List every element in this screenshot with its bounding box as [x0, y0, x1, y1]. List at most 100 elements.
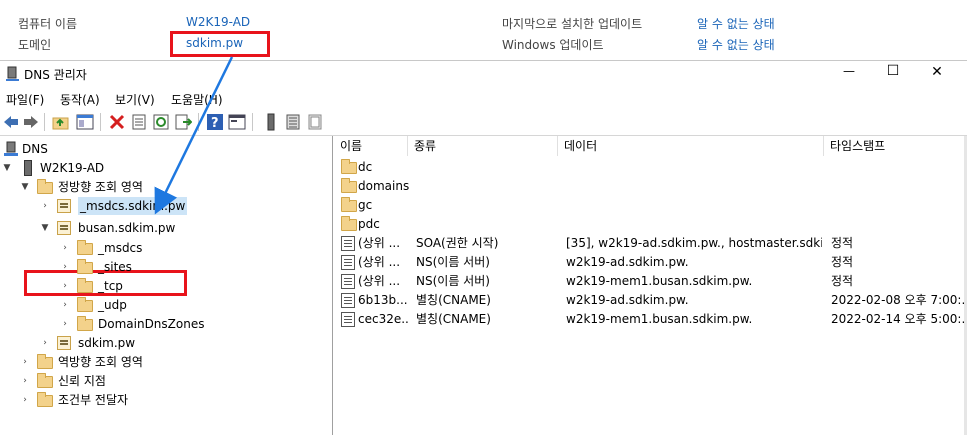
folder-icon [77, 259, 93, 274]
export-list-icon[interactable] [174, 113, 193, 131]
computer-name-label: 컴퓨터 이름 [18, 17, 78, 31]
menu-view[interactable]: 보기(V) [115, 91, 155, 108]
list-item[interactable]: pdc [334, 215, 967, 234]
record-timestamp: 정적 [831, 255, 854, 269]
tree-item-server[interactable]: ▼ W2K19-AD [0, 159, 200, 177]
table-row[interactable]: (상위 ... SOA(권한 시작) [35], w2k19-ad.sdkim.… [334, 234, 967, 253]
table-row[interactable]: (상위 ... NS(이름 서버) w2k19-ad.sdkim.pw. 정적 [334, 253, 967, 272]
tree-item-reverse-zones[interactable]: › 역방향 조회 영역 [0, 353, 260, 371]
record-icon [341, 255, 355, 270]
list-item[interactable]: gc [334, 196, 967, 215]
tree-item-busan-tcp[interactable]: › _tcp [0, 277, 260, 295]
show-hide-tree-icon[interactable] [76, 113, 94, 131]
list-view-icon[interactable] [284, 113, 302, 131]
last-update-value[interactable]: 알 수 없는 상태 [697, 15, 775, 32]
record-data: [35], w2k19-ad.sdkim.pw., hostmaster.sdk… [566, 236, 822, 250]
column-header-data[interactable]: 데이터 [558, 136, 824, 156]
zone-icon [57, 221, 71, 235]
record-name: cec32e... [358, 312, 408, 326]
computer-name-value[interactable]: W2K19-AD [186, 15, 250, 29]
tree-item-msdcs-zone[interactable]: › _msdcs.sdkim.pw [0, 197, 260, 215]
tree-label: W2K19-AD [40, 161, 105, 175]
record-name: (상위 ... [358, 274, 401, 288]
record-name: 6b13b... [358, 293, 408, 307]
server-icon[interactable] [262, 113, 280, 131]
chevron-right-icon[interactable]: › [20, 391, 30, 409]
tree-item-sdkim-zone[interactable]: › sdkim.pw [0, 334, 260, 352]
windows-update-label: Windows 업데이트 [502, 38, 604, 52]
chevron-right-icon[interactable]: › [40, 197, 50, 215]
chevron-right-icon[interactable]: › [60, 239, 70, 257]
chevron-down-icon[interactable]: ▼ [20, 178, 30, 196]
back-arrow-icon[interactable] [2, 113, 20, 131]
menu-action[interactable]: 동작(A) [60, 91, 100, 108]
tree-item-forward-zones[interactable]: ▼ 정방향 조회 영역 [0, 178, 250, 196]
chevron-right-icon[interactable]: › [60, 315, 70, 333]
chevron-right-icon[interactable]: › [20, 353, 30, 371]
dns-manager-window: DNS 관리자 — ☐ ✕ 파일(F) 동작(A) 보기(V) 도움말(H) ? [0, 60, 967, 435]
list-item[interactable]: dc [334, 158, 967, 177]
column-header-timestamp[interactable]: 타임스탬프 [824, 136, 967, 156]
chevron-right-icon[interactable]: › [20, 372, 30, 390]
forward-arrow-icon[interactable] [22, 113, 40, 131]
record-icon [341, 236, 355, 251]
chevron-right-icon[interactable]: › [60, 258, 70, 276]
record-icon [341, 274, 355, 289]
tree-label: _msdcs [98, 241, 143, 255]
folder-icon [77, 316, 93, 331]
table-row[interactable]: cec32e... 별칭(CNAME) w2k19-mem1.busan.sdk… [334, 310, 967, 329]
tree-item-busan-udp[interactable]: › _udp [0, 296, 260, 314]
maximize-button[interactable]: ☐ [878, 63, 908, 79]
tree-item-busan-zone[interactable]: ▼ busan.sdkim.pw [0, 219, 260, 237]
tree-item-busan-domaindnszones[interactable]: › DomainDnsZones [0, 315, 260, 333]
last-update-label: 마지막으로 설치한 업데이트 [502, 17, 643, 31]
properties-icon[interactable] [130, 113, 148, 131]
column-header-name[interactable]: 이름 [334, 136, 408, 156]
tree-label: DomainDnsZones [98, 317, 205, 331]
title-bar: DNS 관리자 — ☐ ✕ [0, 61, 967, 87]
list-item[interactable]: domains [334, 177, 967, 196]
close-button[interactable]: ✕ [922, 64, 952, 80]
record-type: 별칭(CNAME) [416, 312, 491, 326]
folder-icon [341, 197, 357, 212]
tree-label: 조건부 전달자 [58, 393, 129, 407]
column-header-type[interactable]: 종류 [408, 136, 558, 156]
help-icon[interactable]: ? [206, 113, 224, 131]
window-title: DNS 관리자 [24, 68, 87, 82]
minimize-button[interactable]: — [834, 64, 864, 78]
server-properties-panel: 컴퓨터 이름 W2K19-AD 도메인 sdkim.pw 마지막으로 설치한 업… [0, 0, 967, 60]
dns-app-icon [6, 66, 20, 85]
domain-highlight-box [170, 31, 270, 57]
domain-label: 도메인 [18, 38, 52, 52]
chevron-down-icon[interactable]: ▼ [40, 219, 50, 237]
chevron-right-icon[interactable]: › [60, 277, 70, 295]
tree-label: _sites [98, 260, 132, 274]
delete-icon[interactable] [108, 113, 126, 131]
record-type: SOA(권한 시작) [416, 236, 499, 250]
tree-label: 역방향 조회 영역 [58, 355, 143, 369]
folder-icon [77, 240, 93, 255]
menu-help[interactable]: 도움말(H) [171, 91, 223, 108]
console-icon[interactable] [228, 113, 246, 131]
record-data: w2k19-ad.sdkim.pw. [566, 293, 689, 307]
console-tree: DNS ▼ W2K19-AD ▼ 정방향 조회 영역 › _msdcs.sdki… [0, 136, 333, 435]
chevron-right-icon[interactable]: › [60, 296, 70, 314]
up-folder-icon[interactable] [52, 113, 70, 131]
detail-view-icon[interactable] [306, 113, 324, 131]
zone-icon [57, 336, 71, 350]
table-row[interactable]: 6b13b... 별칭(CNAME) w2k19-ad.sdkim.pw. 20… [334, 291, 967, 310]
table-row[interactable]: (상위 ... NS(이름 서버) w2k19-mem1.busan.sdkim… [334, 272, 967, 291]
chevron-right-icon[interactable]: › [40, 334, 50, 352]
tree-item-busan-sites[interactable]: › _sites [0, 258, 260, 276]
chevron-down-icon[interactable]: ▼ [2, 159, 12, 177]
zone-icon [57, 199, 71, 213]
tree-item-conditional-forwarders[interactable]: › 조건부 전달자 [0, 391, 260, 409]
tree-item-trust-points[interactable]: › 신뢰 지점 [0, 372, 260, 390]
windows-update-value[interactable]: 알 수 없는 상태 [697, 36, 775, 53]
refresh-icon[interactable] [152, 113, 170, 131]
toolbar-separator [198, 113, 199, 131]
tree-item-busan-msdcs[interactable]: › _msdcs [0, 239, 260, 257]
folder-name: dc [358, 160, 373, 174]
tree-label: 신뢰 지점 [58, 374, 106, 388]
menu-file[interactable]: 파일(F) [6, 91, 44, 108]
